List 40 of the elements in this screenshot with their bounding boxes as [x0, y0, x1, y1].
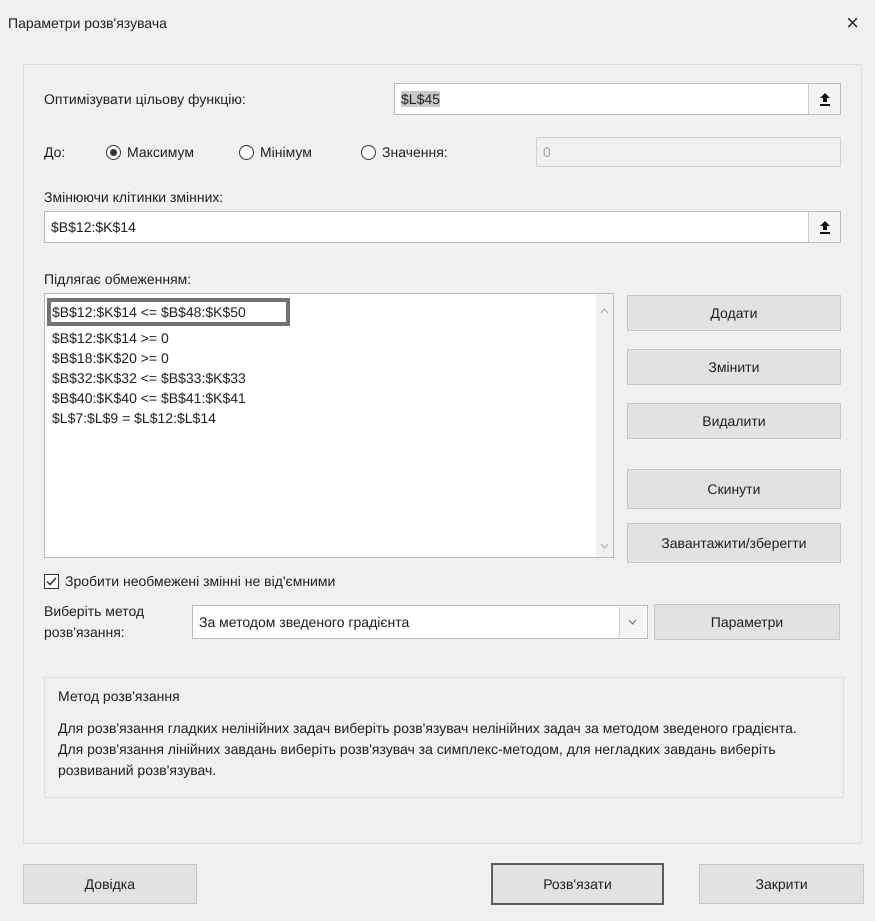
checkbox[interactable] — [44, 574, 59, 588]
constraint-button[interactable]: Додати — [626, 295, 841, 331]
constraints-label: Підлягає обмеженням: — [44, 271, 192, 287]
close-button[interactable]: × — [842, 10, 863, 36]
constraint-item[interactable]: $L$7:$L$9 = $L$12:$L$14 — [47, 408, 221, 428]
constraint-button[interactable]: Завантажити/зберегти — [626, 523, 841, 563]
upload-icon — [818, 92, 830, 106]
dialog-button[interactable]: Довідка — [23, 864, 197, 904]
description-title: Метод розв'язання — [58, 688, 181, 704]
checkbox-label[interactable]: Зробити необмежені змінні не від'ємними — [65, 573, 336, 589]
options-button[interactable]: Параметри — [654, 604, 840, 640]
radio-button[interactable]: Максимум — [106, 144, 194, 160]
dialog-button[interactable]: Закрити — [699, 864, 864, 904]
method-label: Виберіть метод розв'язання: — [44, 602, 146, 642]
collapse-button[interactable] — [808, 84, 840, 114]
description-text: Для розв'язання гладких нелінійних задач виберіть розв'язувач нелінійних задач за методом зведеного градієнта. Для розв'язання лінійних завдань виберіть розв'язувач за симплекс-методом, для негладких завдань виберіть розвиваний розв'язувач. — [58, 719, 798, 780]
constraint-item[interactable]: $B$12:$K$14 >= 0 — [47, 328, 174, 348]
objective-field[interactable]: $L$45 — [394, 83, 841, 115]
constraint-item[interactable]: $B$32:$K$32 <= $B$33:$K$33 — [47, 368, 251, 388]
window-title: Параметри розв'язувача — [8, 15, 167, 31]
constraint-button[interactable]: Скинути — [626, 469, 841, 509]
radio-button[interactable]: Мінімум — [239, 144, 312, 160]
collapse-button[interactable] — [808, 212, 840, 242]
variables-label: Змінюючи клітинки змінних: — [44, 189, 224, 205]
radio-button[interactable]: Значення: — [361, 144, 448, 160]
objective-label: Оптимізувати цільову функцію: — [44, 91, 247, 107]
radio-circle-icon[interactable] — [239, 144, 254, 160]
constraints-list[interactable]: $B$12:$K$14 <= $B$48:$K$50 $B$12:$K$14 >= 0 $B$18:$K$20 >= 0 $B$32:$K$32 <= $B$33:$K$33 $B$40:$K$40 <= $B$41:$K$41 $L$7:$L$9 = $L$12:$L$14 — [44, 293, 614, 558]
method-dropdown[interactable]: За методом зведеного градієнта — [192, 605, 648, 639]
radio-circle-icon[interactable] — [361, 144, 376, 160]
variables-field[interactable]: $B$12:$K$14 — [44, 211, 841, 243]
constraint-button[interactable]: Змінити — [626, 349, 841, 385]
constraint-item[interactable]: $B$12:$K$14 <= $B$48:$K$50 — [47, 298, 290, 326]
upload-icon — [818, 220, 830, 234]
constraint-item[interactable]: $B$18:$K$20 >= 0 — [47, 348, 174, 368]
to-label: До: — [44, 144, 66, 160]
dialog-button[interactable]: Розв'язати — [492, 864, 664, 904]
radio-circle-icon[interactable] — [106, 144, 121, 160]
constraint-button[interactable]: Видалити — [626, 403, 841, 439]
constraint-item[interactable]: $B$40:$K$40 <= $B$41:$K$41 — [47, 388, 251, 408]
